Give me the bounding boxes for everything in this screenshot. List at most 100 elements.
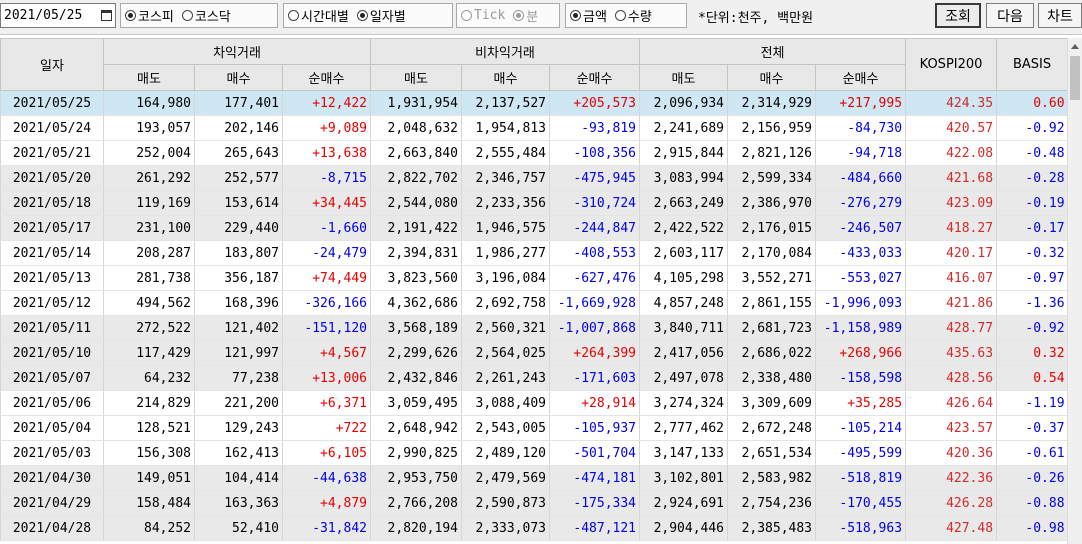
header-total-sell[interactable]: 매도	[639, 64, 729, 91]
table-row[interactable]: 2021/05/25 164,980 177,401 +12,422 1,931,954…	[0, 90, 1067, 116]
cell-total-sell: 4,857,248	[639, 290, 728, 316]
table-row[interactable]: 2021/05/17 231,100 229,440 -1,660 2,191,422 1…	[0, 215, 1067, 241]
vertical-scrollbar[interactable]	[1067, 38, 1082, 544]
radio-amount[interactable]: 금액	[570, 6, 607, 25]
header-arbitrage-sell[interactable]: 매도	[103, 64, 195, 91]
scroll-up-button[interactable]	[1068, 38, 1082, 54]
cell-basis: -0.97	[996, 265, 1067, 291]
cell-total-net: -495,599	[815, 440, 906, 466]
cell-total-sell: 2,422,522	[639, 215, 728, 241]
cell-total-sell: 3,102,801	[639, 465, 728, 491]
table-row[interactable]: 2021/05/10 117,429 121,997 +4,567 2,299,626 2…	[0, 340, 1067, 366]
cell-arbitrage-buy: 129,243	[194, 415, 283, 441]
cell-non-arbitrage-net: -108,356	[548, 140, 640, 166]
radio-minute[interactable]: 분	[513, 6, 538, 25]
cell-total-net: -158,598	[815, 365, 906, 391]
radio-tick[interactable]: Tick	[461, 8, 505, 23]
cell-arbitrage-net: -1,660	[282, 215, 371, 241]
next-button[interactable]: 다음	[986, 3, 1034, 28]
cell-date: 2021/05/18	[0, 190, 104, 216]
cell-basis: 0.60	[996, 90, 1067, 116]
radio-kosdaq-label: 코스닥	[194, 10, 231, 25]
radio-dot-icon	[614, 10, 626, 21]
cell-non-arbitrage-sell: 2,648,942	[370, 415, 462, 441]
table-row[interactable]: 2021/05/06 214,829 221,200 +6,371 3,059,495 3…	[0, 390, 1067, 416]
header-date[interactable]: 일자	[0, 38, 104, 91]
table-row[interactable]: 2021/05/11 272,522 121,402 -151,120 3,568,18…	[0, 315, 1067, 341]
table-row[interactable]: 2021/05/12 494,562 168,396 -326,166 4,362,68…	[0, 290, 1067, 316]
cell-arbitrage-net: +9,089	[282, 115, 371, 141]
table-row[interactable]: 2021/05/13 281,738 356,187 +74,449 3,823,560…	[0, 265, 1067, 291]
radio-by-time[interactable]: 시간대별	[288, 6, 349, 25]
chart-button[interactable]: 차트	[1038, 3, 1082, 28]
cell-total-buy: 2,651,534	[727, 440, 816, 466]
cell-non-arbitrage-sell: 2,663,840	[370, 140, 462, 166]
header-total-net[interactable]: 순매수	[815, 64, 907, 91]
scroll-thumb[interactable]	[1070, 56, 1080, 100]
header-non-arbitrage-net[interactable]: 순매수	[548, 64, 641, 91]
table-row[interactable]: 2021/05/03 156,308 162,413 +6,105 2,990,825 2…	[0, 440, 1067, 466]
table-row[interactable]: 2021/04/28 84,252 52,410 -31,842 2,820,194 2,…	[0, 515, 1067, 541]
cell-date: 2021/05/12	[0, 290, 104, 316]
cell-date: 2021/05/20	[0, 165, 104, 191]
cell-non-arbitrage-net: -627,476	[548, 265, 640, 291]
header-arbitrage-buy[interactable]: 매수	[194, 64, 283, 91]
cell-kospi200: 428.56	[905, 365, 997, 391]
cell-arbitrage-sell: 156,308	[103, 440, 195, 466]
table-row[interactable]: 2021/05/07 64,232 77,238 +13,006 2,432,846 2,…	[0, 365, 1067, 391]
cell-arbitrage-net: +4,879	[282, 490, 371, 516]
cell-total-sell: 2,777,462	[639, 415, 728, 441]
cell-kospi200: 420.57	[905, 115, 997, 141]
table-row[interactable]: 2021/05/18 119,169 153,614 +34,445 2,544,080…	[0, 190, 1067, 216]
cell-arbitrage-sell: 193,057	[103, 115, 195, 141]
cell-non-arbitrage-sell: 4,362,686	[370, 290, 462, 316]
cell-arbitrage-net: -44,638	[282, 465, 371, 491]
cell-basis: -0.48	[996, 140, 1067, 166]
cell-arbitrage-buy: 177,401	[194, 90, 283, 116]
cell-non-arbitrage-sell: 2,299,626	[370, 340, 462, 366]
header-non-arbitrage-sell[interactable]: 매도	[370, 64, 462, 91]
cell-arbitrage-net: +13,638	[282, 140, 371, 166]
cell-non-arbitrage-buy: 2,692,758	[461, 290, 550, 316]
table-row[interactable]: 2021/04/30 149,051 104,414 -44,638 2,953,750…	[0, 465, 1067, 491]
cell-non-arbitrage-buy: 3,088,409	[461, 390, 550, 416]
cell-arbitrage-sell: 158,484	[103, 490, 195, 516]
cell-kospi200: 435.63	[905, 340, 997, 366]
cell-non-arbitrage-sell: 3,568,189	[370, 315, 462, 341]
header-kospi200[interactable]: KOSPI200	[905, 38, 998, 91]
cell-kospi200: 424.35	[905, 90, 997, 116]
cell-total-sell: 2,497,078	[639, 365, 728, 391]
cell-arbitrage-sell: 84,252	[103, 515, 195, 541]
radio-by-date[interactable]: 일자별	[356, 6, 406, 25]
table-row[interactable]: 2021/05/04 128,521 129,243 +722 2,648,942 2,5…	[0, 415, 1067, 441]
query-button[interactable]: 조회	[935, 3, 981, 28]
table-row[interactable]: 2021/05/21 252,004 265,643 +13,638 2,663,840…	[0, 140, 1067, 166]
value-radio-group: 금액 수량	[565, 3, 687, 28]
table-row[interactable]: 2021/05/14 208,287 183,807 -24,479 2,394,831…	[0, 240, 1067, 266]
cell-total-sell: 2,915,844	[639, 140, 728, 166]
cell-total-buy: 3,552,271	[727, 265, 816, 291]
header-non-arbitrage-buy[interactable]: 매수	[461, 64, 550, 91]
table-row[interactable]: 2021/05/24 193,057 202,146 +9,089 2,048,632 1…	[0, 115, 1067, 141]
radio-quantity[interactable]: 수량	[614, 6, 652, 25]
cell-date: 2021/05/21	[0, 140, 104, 166]
header-arbitrage-net[interactable]: 순매수	[282, 64, 371, 91]
radio-dot-icon	[513, 10, 525, 21]
cell-arbitrage-sell: 119,169	[103, 190, 195, 216]
radio-dot-icon	[125, 10, 136, 21]
header-total-buy[interactable]: 매수	[727, 64, 817, 91]
radio-kospi[interactable]: 코스피	[125, 6, 174, 25]
cell-total-buy: 2,686,022	[727, 340, 816, 366]
cell-total-sell: 2,603,117	[639, 240, 728, 266]
radio-kosdaq[interactable]: 코스닥	[181, 6, 231, 25]
header-basis[interactable]: BASIS	[996, 38, 1067, 91]
cell-total-net: -484,660	[815, 165, 906, 191]
table-row[interactable]: 2021/05/20 261,292 252,577 -8,715 2,822,702 2…	[0, 165, 1067, 191]
cell-total-buy: 2,385,483	[727, 515, 816, 541]
cell-non-arbitrage-buy: 2,233,356	[461, 190, 550, 216]
cell-non-arbitrage-sell: 2,822,702	[370, 165, 462, 191]
calendar-button[interactable]	[98, 6, 114, 25]
date-input[interactable]: 2021/05/25	[0, 3, 116, 28]
cell-kospi200: 420.36	[905, 440, 997, 466]
table-row[interactable]: 2021/04/29 158,484 163,363 +4,879 2,766,208 2…	[0, 490, 1067, 516]
